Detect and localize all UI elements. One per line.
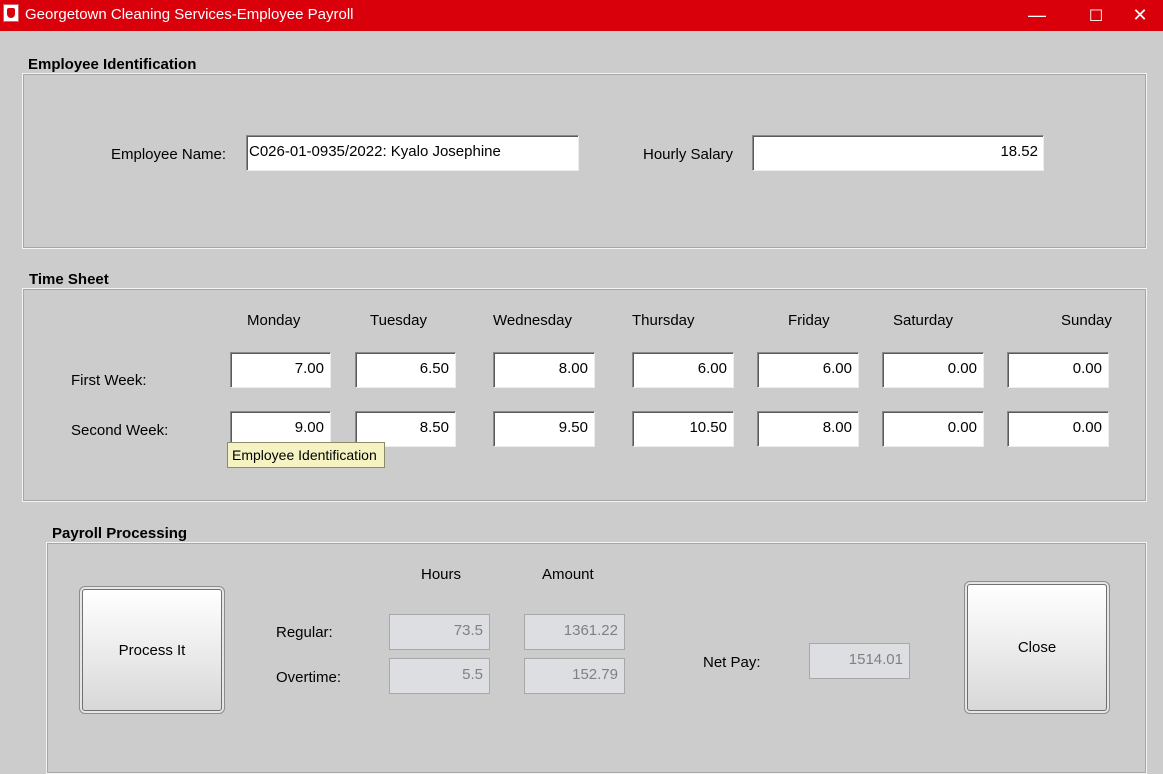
close-window-button[interactable]: ✕ bbox=[1117, 0, 1163, 31]
week2-friday-field[interactable]: 8.00 bbox=[757, 411, 859, 447]
week1-saturday-field[interactable]: 0.00 bbox=[882, 352, 984, 388]
day-thursday: Thursday bbox=[632, 312, 695, 329]
employee-name-field[interactable]: C026-01-0935/2022: Kyalo Josephine bbox=[246, 135, 579, 171]
amount-header: Amount bbox=[542, 566, 594, 583]
day-monday: Monday bbox=[247, 312, 301, 329]
employee-name-label: Employee Name: bbox=[111, 146, 227, 163]
week1-wednesday-field[interactable]: 8.00 bbox=[493, 352, 595, 388]
close-button[interactable]: Close bbox=[967, 584, 1107, 711]
title-bar: Georgetown Cleaning Services-Employee Pa… bbox=[0, 0, 1163, 31]
regular-amount-field: 1361.22 bbox=[524, 614, 625, 650]
week2-sunday-field[interactable]: 0.00 bbox=[1007, 411, 1109, 447]
hourly-salary-field[interactable]: 18.52 bbox=[752, 135, 1044, 171]
day-saturday: Saturday bbox=[893, 312, 954, 329]
week1-thursday-field[interactable]: 6.00 bbox=[632, 352, 734, 388]
hours-header: Hours bbox=[421, 566, 462, 583]
tooltip: Employee Identification bbox=[227, 442, 385, 468]
minimize-button[interactable]: — bbox=[1014, 0, 1060, 31]
regular-label: Regular: bbox=[276, 624, 333, 641]
week1-monday-field[interactable]: 7.00 bbox=[230, 352, 331, 388]
second-week-label: Second Week: bbox=[71, 422, 169, 439]
week2-thursday-field[interactable]: 10.50 bbox=[632, 411, 734, 447]
overtime-hours-field: 5.5 bbox=[389, 658, 490, 694]
week1-friday-field[interactable]: 6.00 bbox=[757, 352, 859, 388]
hourly-salary-label: Hourly Salary bbox=[643, 146, 734, 163]
week2-wednesday-field[interactable]: 9.50 bbox=[493, 411, 595, 447]
day-friday: Friday bbox=[788, 312, 830, 329]
java-app-icon bbox=[3, 4, 19, 22]
net-pay-label: Net Pay: bbox=[703, 654, 761, 671]
net-pay-field: 1514.01 bbox=[809, 643, 910, 679]
window-title: Georgetown Cleaning Services-Employee Pa… bbox=[25, 6, 354, 23]
day-wednesday: Wednesday bbox=[493, 312, 572, 329]
overtime-amount-field: 152.79 bbox=[524, 658, 625, 694]
timesheet-section-title: Time Sheet bbox=[29, 271, 109, 288]
payroll-section-title: Payroll Processing bbox=[52, 525, 188, 542]
day-tuesday: Tuesday bbox=[370, 312, 427, 329]
maximize-button[interactable]: ☐ bbox=[1073, 0, 1119, 31]
process-it-button[interactable]: Process It bbox=[82, 589, 222, 711]
first-week-label: First Week: bbox=[71, 372, 147, 389]
timesheet-group-box bbox=[22, 288, 1147, 502]
overtime-label: Overtime: bbox=[276, 669, 342, 686]
week2-saturday-field[interactable]: 0.00 bbox=[882, 411, 984, 447]
week1-tuesday-field[interactable]: 6.50 bbox=[355, 352, 456, 388]
week1-sunday-field[interactable]: 0.00 bbox=[1007, 352, 1109, 388]
regular-hours-field: 73.5 bbox=[389, 614, 490, 650]
day-sunday: Sunday bbox=[1061, 312, 1112, 329]
employee-section-title: Employee Identification bbox=[28, 56, 197, 73]
